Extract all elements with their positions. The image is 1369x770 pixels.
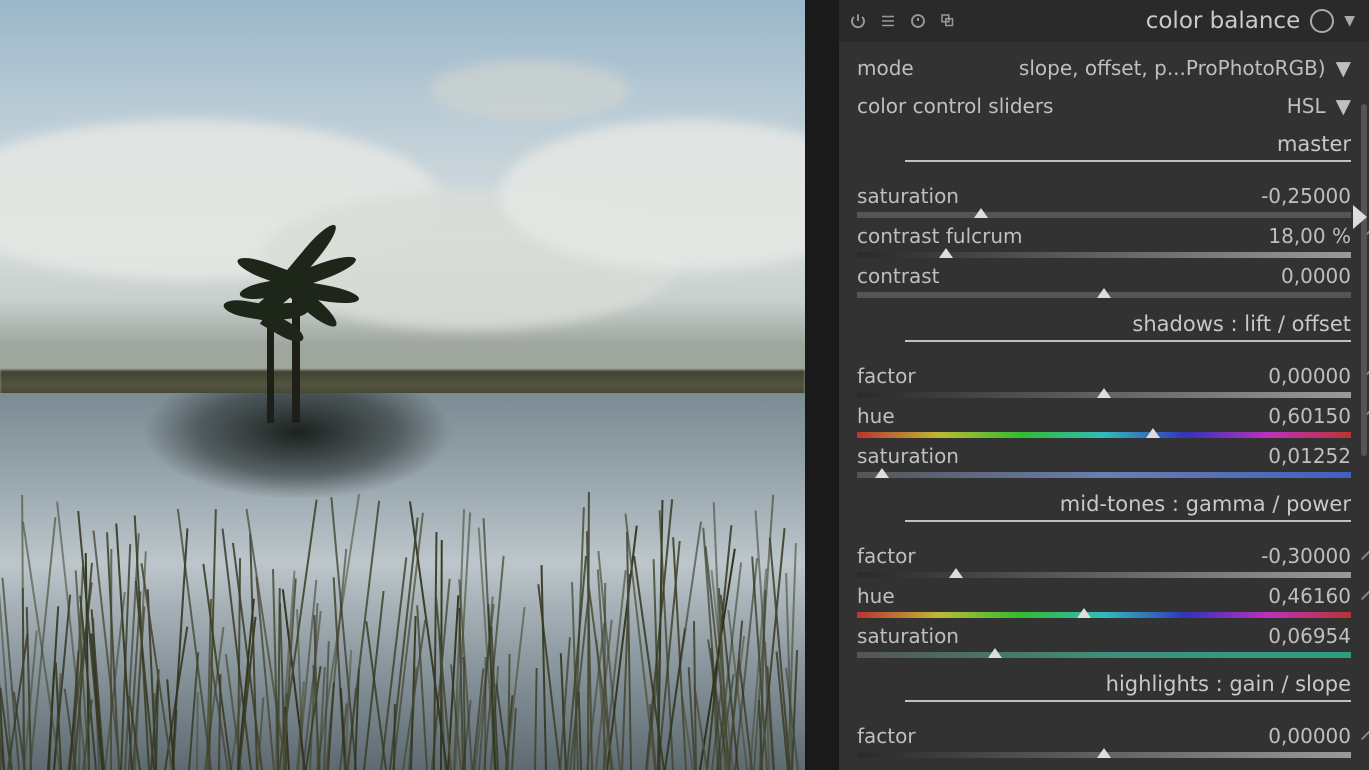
module-title: color balance (967, 8, 1300, 34)
midtones-factor-slider[interactable]: factor -0,30000 (857, 544, 1351, 578)
slider-value: 18,00 % (1023, 224, 1352, 248)
sliders-value: HSL (1287, 94, 1326, 118)
chevron-down-icon: ▼ (1336, 56, 1351, 80)
shadows-hue-slider[interactable]: hue 0,60150 (857, 404, 1351, 438)
section-midtones: mid-tones : gamma / power (905, 492, 1351, 522)
master-contrast-fulcrum-slider[interactable]: contrast fulcrum 18,00 % (857, 224, 1351, 258)
slider-value: -0,25000 (959, 184, 1351, 208)
panel-scrollbar[interactable] (1361, 104, 1367, 456)
section-master: master (905, 132, 1351, 162)
color-control-sliders-combobox[interactable]: color control sliders HSL ▼ (857, 94, 1351, 118)
multi-instance-icon[interactable] (879, 12, 897, 30)
color-picker-icon[interactable] (1359, 586, 1369, 604)
reeds (0, 490, 805, 770)
sliders-label: color control sliders (857, 94, 1053, 118)
slider-label: saturation (857, 444, 959, 468)
slider-value: 0,00000 (916, 364, 1351, 388)
module-body: mode slope, offset, p...ProPhotoRGB) ▼ c… (839, 42, 1369, 770)
shadows-factor-slider[interactable]: factor 0,00000 (857, 364, 1351, 398)
mode-label: mode (857, 56, 914, 80)
slider-label: hue (857, 584, 895, 608)
mask-indicator-icon[interactable] (1310, 9, 1334, 33)
section-shadows: shadows : lift / offset (905, 312, 1351, 342)
slider-value: 0,01252 (959, 444, 1351, 468)
mode-value: slope, offset, p...ProPhotoRGB) (1019, 56, 1326, 80)
expand-toggle-icon[interactable]: ▼ (1344, 13, 1355, 29)
slider-value: 0,06954 (959, 624, 1351, 648)
slider-label: saturation (857, 624, 959, 648)
panel-collapse-arrow-icon[interactable] (1353, 205, 1367, 229)
slider-label: saturation (857, 184, 959, 208)
module-header: color balance ▼ (839, 0, 1369, 42)
highlights-factor-slider[interactable]: factor 0,00000 (857, 724, 1351, 758)
slider-label: hue (857, 404, 895, 428)
slider-label: factor (857, 724, 916, 748)
sky-region (0, 0, 805, 431)
master-contrast-slider[interactable]: contrast 0,0000 (857, 264, 1351, 298)
panel-gap (805, 0, 839, 770)
slider-value: 0,46160 (895, 584, 1351, 608)
slider-value: 0,00000 (916, 724, 1351, 748)
shadows-saturation-slider[interactable]: saturation 0,01252 (857, 444, 1351, 478)
chevron-down-icon: ▼ (1336, 94, 1351, 118)
slider-value: 0,0000 (940, 264, 1352, 288)
master-saturation-slider[interactable]: saturation -0,25000 (857, 184, 1351, 218)
midtones-saturation-slider[interactable]: saturation 0,06954 (857, 624, 1351, 658)
mode-combobox[interactable]: mode slope, offset, p...ProPhotoRGB) ▼ (857, 56, 1351, 80)
palm-trees (242, 223, 362, 423)
image-preview[interactable] (0, 0, 805, 770)
slider-label: factor (857, 544, 916, 568)
color-balance-panel: color balance ▼ mode slope, offset, p...… (839, 0, 1369, 770)
color-picker-icon[interactable] (1359, 546, 1369, 564)
section-highlights: highlights : gain / slope (905, 672, 1351, 702)
slider-label: factor (857, 364, 916, 388)
reset-icon[interactable] (909, 12, 927, 30)
slider-label: contrast (857, 264, 940, 288)
slider-value: -0,30000 (916, 544, 1351, 568)
presets-icon[interactable] (939, 12, 957, 30)
slider-label: contrast fulcrum (857, 224, 1023, 248)
slider-value: 0,60150 (895, 404, 1351, 428)
color-picker-icon[interactable] (1359, 726, 1369, 744)
midtones-hue-slider[interactable]: hue 0,46160 (857, 584, 1351, 618)
power-icon[interactable] (849, 12, 867, 30)
